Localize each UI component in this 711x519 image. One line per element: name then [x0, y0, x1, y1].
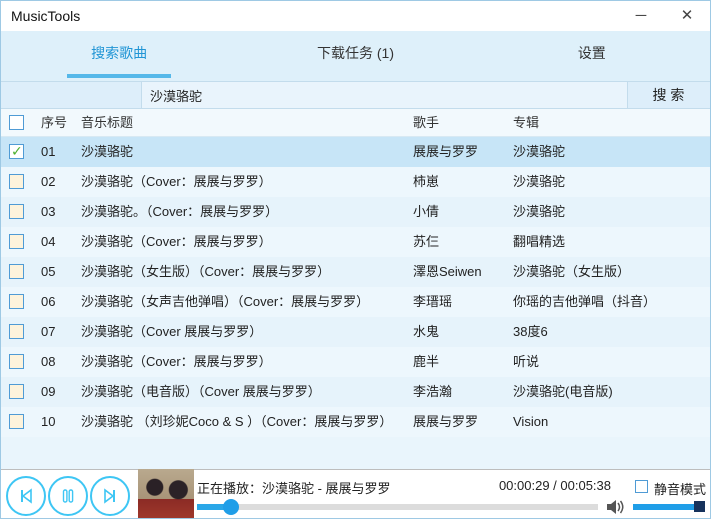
row-title: 沙漠骆驼: [81, 137, 406, 167]
active-tab-underline: [67, 74, 171, 78]
row-checkbox[interactable]: [9, 384, 24, 399]
row-title: 沙漠骆驼（Cover 展展与罗罗）: [81, 317, 406, 347]
row-index: 07: [41, 317, 75, 347]
row-title: 沙漠骆驼（Cover：展展与罗罗）: [81, 227, 406, 257]
previous-track-button[interactable]: [6, 476, 46, 516]
column-header-index: 序号: [41, 109, 75, 137]
tab-search-songs[interactable]: 搜索歌曲: [1, 31, 237, 81]
mute-checkbox[interactable]: [635, 480, 648, 493]
row-index: 01: [41, 137, 75, 167]
title-bar: MusicTools ─ ✕: [1, 1, 710, 31]
row-title: 沙漠骆驼（女声吉他弹唱）（Cover：展展与罗罗）: [81, 287, 406, 317]
search-input[interactable]: [141, 82, 628, 108]
row-artist: 柿崽: [413, 167, 509, 197]
row-checkbox[interactable]: [9, 294, 24, 309]
row-artist: 展展与罗罗: [413, 407, 509, 437]
search-row: 搜 索: [1, 81, 710, 109]
row-artist: 小倩: [413, 197, 509, 227]
row-artist: 李瑨瑶: [413, 287, 509, 317]
progress-knob[interactable]: [223, 499, 239, 515]
row-album: 你瑶的吉他弹唱（抖音）: [513, 287, 708, 317]
table-row[interactable]: 04沙漠骆驼（Cover：展展与罗罗）苏仨翻唱精选: [1, 227, 710, 257]
playback-time: 00:00:29 / 00:05:38: [451, 478, 611, 493]
table-row[interactable]: 02沙漠骆驼（Cover：展展与罗罗）柿崽沙漠骆驼: [1, 167, 710, 197]
volume-slider[interactable]: [633, 504, 703, 510]
row-title: 沙漠骆驼（Cover：展展与罗罗）: [81, 167, 406, 197]
row-checkbox[interactable]: [9, 264, 24, 279]
select-all-checkbox[interactable]: [9, 115, 24, 130]
row-title: 沙漠骆驼（Cover：展展与罗罗）: [81, 347, 406, 377]
table-row[interactable]: 10沙漠骆驼 （刘珍妮Coco & S ）（Cover：展展与罗罗）展展与罗罗V…: [1, 407, 710, 437]
table-row[interactable]: 03沙漠骆驼。（Cover：展展与罗罗）小倩沙漠骆驼: [1, 197, 710, 227]
table-row[interactable]: 05沙漠骆驼（女生版）（Cover：展展与罗罗）澤恩Seiwen沙漠骆驼（女生版…: [1, 257, 710, 287]
row-album: 翻唱精选: [513, 227, 708, 257]
table-row[interactable]: 07沙漠骆驼（Cover 展展与罗罗）水鬼38度6: [1, 317, 710, 347]
mute-label: 静音模式: [654, 479, 706, 498]
album-art: [138, 469, 194, 519]
row-album: 听说: [513, 347, 708, 377]
table-header: 序号 音乐标题 歌手 专辑: [1, 109, 710, 137]
tab-label: 设置: [578, 45, 606, 61]
row-checkbox[interactable]: [9, 354, 24, 369]
close-button[interactable]: ✕: [670, 1, 704, 31]
column-header-artist: 歌手: [413, 109, 509, 137]
row-checkbox[interactable]: [9, 144, 24, 159]
row-album: 沙漠骆驼(电音版): [513, 377, 708, 407]
window-title: MusicTools: [11, 1, 80, 31]
row-title: 沙漠骆驼 （刘珍妮Coco & S ）（Cover：展展与罗罗）: [81, 407, 406, 437]
row-checkbox[interactable]: [9, 324, 24, 339]
tab-download-tasks[interactable]: 下载任务 (1): [237, 31, 473, 81]
table-row[interactable]: 09沙漠骆驼（电音版）（Cover 展展与罗罗）李浩瀚沙漠骆驼(电音版): [1, 377, 710, 407]
row-checkbox[interactable]: [9, 234, 24, 249]
row-artist: 澤恩Seiwen: [413, 257, 509, 287]
row-artist: 展展与罗罗: [413, 137, 509, 167]
row-title: 沙漠骆驼（电音版）（Cover 展展与罗罗）: [81, 377, 406, 407]
row-index: 06: [41, 287, 75, 317]
row-album: Vision: [513, 407, 708, 437]
row-artist: 苏仨: [413, 227, 509, 257]
app-window: MusicTools ─ ✕ 搜索歌曲 下载任务 (1) 设置 搜 索 序号 音…: [0, 0, 711, 519]
search-button[interactable]: 搜 索: [627, 82, 710, 108]
table-row[interactable]: 08沙漠骆驼（Cover：展展与罗罗）鹿半听说: [1, 347, 710, 377]
row-checkbox[interactable]: [9, 204, 24, 219]
row-album: 38度6: [513, 317, 708, 347]
tab-label: 搜索歌曲: [91, 45, 147, 61]
row-checkbox[interactable]: [9, 414, 24, 429]
now-playing-text: 正在播放：沙漠骆驼 - 展展与罗罗: [197, 478, 391, 497]
row-artist: 鹿半: [413, 347, 509, 377]
row-index: 04: [41, 227, 75, 257]
next-track-button[interactable]: [90, 476, 130, 516]
pause-button[interactable]: [48, 476, 88, 516]
column-header-album: 专辑: [513, 109, 708, 137]
column-header-title: 音乐标题: [81, 109, 406, 137]
table-row[interactable]: 01沙漠骆驼展展与罗罗沙漠骆驼: [1, 137, 710, 167]
row-index: 09: [41, 377, 75, 407]
speaker-icon[interactable]: [605, 498, 625, 516]
tab-label: 下载任务 (1): [317, 45, 394, 61]
row-album: 沙漠骆驼（女生版）: [513, 257, 708, 287]
player-bar: 正在播放：沙漠骆驼 - 展展与罗罗 00:00:29 / 00:05:38 静音…: [1, 469, 710, 519]
volume-knob[interactable]: [694, 501, 705, 512]
row-index: 03: [41, 197, 75, 227]
row-album: 沙漠骆驼: [513, 197, 708, 227]
table-row[interactable]: 06沙漠骆驼（女声吉他弹唱）（Cover：展展与罗罗）李瑨瑶你瑶的吉他弹唱（抖音…: [1, 287, 710, 317]
row-checkbox[interactable]: [9, 174, 24, 189]
row-index: 02: [41, 167, 75, 197]
row-artist: 水鬼: [413, 317, 509, 347]
row-index: 10: [41, 407, 75, 437]
row-index: 05: [41, 257, 75, 287]
minimize-button[interactable]: ─: [624, 1, 658, 31]
row-title: 沙漠骆驼。（Cover：展展与罗罗）: [81, 197, 406, 227]
row-album: 沙漠骆驼: [513, 137, 708, 167]
tab-settings[interactable]: 设置: [474, 31, 710, 81]
progress-bar[interactable]: [197, 504, 598, 510]
row-title: 沙漠骆驼（女生版）（Cover：展展与罗罗）: [81, 257, 406, 287]
results-list: 01沙漠骆驼展展与罗罗沙漠骆驼02沙漠骆驼（Cover：展展与罗罗）柿崽沙漠骆驼…: [1, 137, 710, 437]
tab-bar: 搜索歌曲 下载任务 (1) 设置: [1, 31, 710, 81]
row-index: 08: [41, 347, 75, 377]
row-artist: 李浩瀚: [413, 377, 509, 407]
row-album: 沙漠骆驼: [513, 167, 708, 197]
